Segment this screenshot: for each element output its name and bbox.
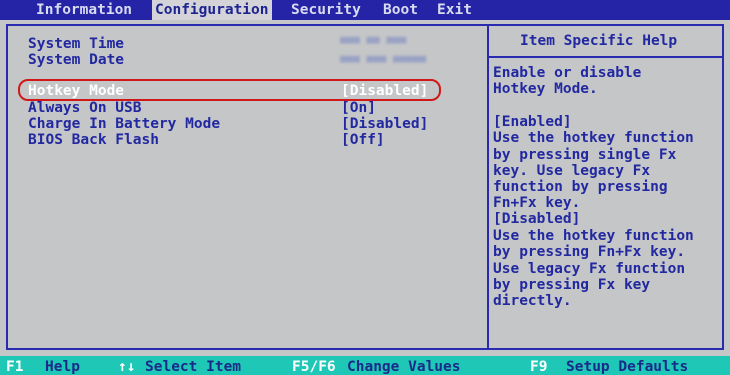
help-title: Item Specific Help bbox=[520, 33, 678, 49]
footer-desc-help: Help bbox=[45, 359, 80, 375]
help-line: Use the hotkey function bbox=[493, 228, 694, 244]
help-line: by pressing Fx key bbox=[493, 277, 651, 293]
help-line: Enable or disable bbox=[493, 65, 642, 81]
help-line: Use legacy Fx function bbox=[493, 261, 686, 277]
setting-hotkey-mode-label[interactable]: Hotkey Mode bbox=[28, 83, 124, 99]
setting-system-time-label[interactable]: System Time bbox=[28, 36, 124, 52]
footer-key-arrows[interactable]: ↑↓ bbox=[118, 356, 135, 375]
footer-key-f9[interactable]: F9 bbox=[530, 356, 547, 375]
footer-desc-select-item: Select Item bbox=[145, 359, 242, 375]
help-line: Use the hotkey function bbox=[493, 130, 694, 146]
menu-boot[interactable]: Boot bbox=[380, 0, 421, 20]
help-line: [Disabled] bbox=[493, 211, 581, 227]
help-line: [Enabled] bbox=[493, 114, 572, 130]
footer-key-f1[interactable]: F1 bbox=[6, 356, 23, 375]
setting-system-time-value[interactable]: ■■■ ■■ ■■■ bbox=[340, 33, 406, 46]
help-line: key. Use legacy Fx bbox=[493, 163, 651, 179]
setting-system-date-value[interactable]: ■■■ ■■■ ■■■■■ bbox=[340, 52, 426, 65]
footer-desc-change-values: Change Values bbox=[347, 359, 461, 375]
help-line: directly. bbox=[493, 293, 572, 309]
help-title-divider bbox=[489, 56, 724, 58]
setting-system-date-label[interactable]: System Date bbox=[28, 52, 124, 68]
setting-hotkey-mode-value[interactable]: [Disabled] bbox=[341, 83, 428, 99]
footer-key-f5f6[interactable]: F5/F6 bbox=[292, 356, 336, 375]
setting-charge-battery-label[interactable]: Charge In Battery Mode bbox=[28, 116, 220, 132]
help-line: by pressing single Fx bbox=[493, 147, 677, 163]
menu-configuration[interactable]: Configuration bbox=[152, 0, 272, 20]
setting-charge-battery-value[interactable]: [Disabled] bbox=[341, 116, 428, 132]
footer-desc-setup-defaults: Setup Defaults bbox=[566, 359, 689, 375]
menu-security[interactable]: Security bbox=[288, 0, 364, 20]
menu-information[interactable]: Information bbox=[33, 0, 135, 20]
menu-bar: Information Configuration Security Boot … bbox=[0, 0, 730, 20]
setting-bios-back-flash-value[interactable]: [Off] bbox=[341, 132, 385, 148]
menu-exit[interactable]: Exit bbox=[434, 0, 475, 20]
help-line: Fn+Fx key. bbox=[493, 195, 581, 211]
setting-always-on-usb-label[interactable]: Always On USB bbox=[28, 100, 142, 116]
panel-divider bbox=[487, 24, 489, 350]
setting-bios-back-flash-label[interactable]: BIOS Back Flash bbox=[28, 132, 159, 148]
footer-key-bar: F1 Help ↑↓ Select Item F5/F6 Change Valu… bbox=[0, 356, 730, 375]
help-line: Hotkey Mode. bbox=[493, 81, 598, 97]
setting-always-on-usb-value[interactable]: [On] bbox=[341, 100, 376, 116]
help-line: by pressing Fn+Fx key. bbox=[493, 244, 686, 260]
help-line: function by pressing bbox=[493, 179, 668, 195]
